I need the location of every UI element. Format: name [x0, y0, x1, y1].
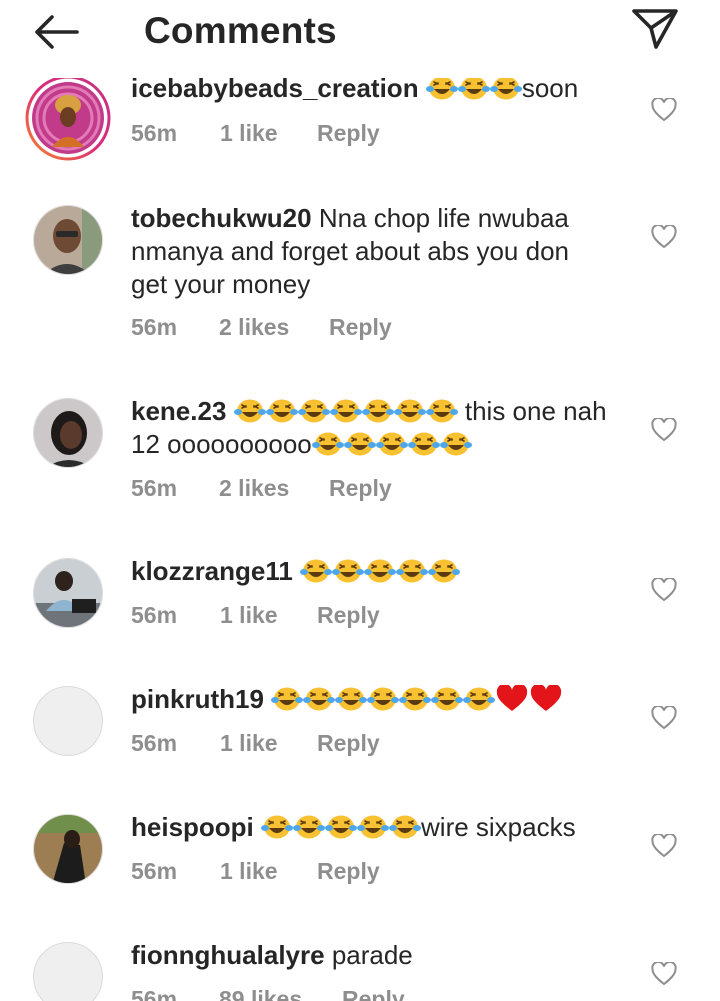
laughing-tears-emoji-icon: [335, 687, 368, 711]
comment-text: kene.23 this one nah 12 oooooooooo: [131, 395, 611, 461]
laughing-tears-emoji-icon: [425, 399, 458, 423]
laughing-tears-emoji-icon: [233, 399, 266, 423]
comment-likes[interactable]: 1 like: [220, 730, 278, 757]
comment-text: pinkruth19: [131, 683, 611, 716]
comment-username[interactable]: heispoopi: [131, 812, 254, 842]
comment-username[interactable]: fionnghualalyre: [131, 940, 325, 970]
heart-outline-icon[interactable]: [651, 578, 677, 602]
avatar[interactable]: [33, 398, 103, 468]
comment-username[interactable]: klozzrange11: [131, 556, 293, 586]
laughing-tears-emoji-icon: [457, 76, 490, 100]
comment-text: tobechukwu20 Nna chop life nwubaa nmanya…: [131, 202, 611, 301]
comments-list[interactable]: icebabybeads_creation soon 56m 1 like Re…: [0, 0, 720, 1001]
comment-time: 56m: [131, 730, 178, 756]
reply-button[interactable]: Reply: [329, 475, 392, 502]
comment-text: fionnghualalyre parade: [131, 939, 611, 972]
laughing-tears-emoji-icon: [300, 559, 333, 583]
laughing-tears-emoji-icon: [389, 815, 422, 839]
laughing-tears-emoji-icon: [261, 815, 294, 839]
heart-outline-icon[interactable]: [651, 834, 677, 858]
comment-text: heispoopi wire sixpacks: [131, 811, 611, 844]
avatar[interactable]: [33, 814, 103, 884]
emoji-group: [271, 684, 496, 714]
comment-time: 56m: [131, 475, 178, 501]
red-heart-emoji-icon: [497, 685, 528, 711]
laughing-tears-emoji-icon: [325, 815, 358, 839]
paper-plane-icon[interactable]: [630, 6, 680, 52]
emoji-group: [311, 429, 472, 459]
laughing-tears-emoji-icon: [303, 687, 336, 711]
laughing-tears-emoji-icon: [431, 687, 464, 711]
laughing-tears-emoji-icon: [428, 559, 461, 583]
arrow-left-icon[interactable]: [30, 10, 82, 54]
comment-text: klozzrange11: [131, 555, 611, 588]
avatar[interactable]: [33, 558, 103, 628]
laughing-tears-emoji-icon: [297, 399, 330, 423]
comment-time: 56m: [131, 602, 178, 628]
laughing-tears-emoji-icon: [265, 399, 298, 423]
laughing-tears-emoji-icon: [364, 559, 397, 583]
comment-username[interactable]: pinkruth19: [131, 684, 264, 714]
reply-button[interactable]: Reply: [317, 858, 380, 885]
laughing-tears-emoji-icon: [293, 815, 326, 839]
heart-outline-icon[interactable]: [651, 962, 677, 986]
comment-likes[interactable]: 1 like: [220, 858, 278, 885]
laughing-tears-emoji-icon: [361, 399, 394, 423]
reply-button[interactable]: Reply: [317, 602, 380, 629]
comment-text-before: parade: [331, 940, 413, 970]
laughing-tears-emoji-icon: [367, 687, 400, 711]
laughing-tears-emoji-icon: [329, 399, 362, 423]
comment-username[interactable]: tobechukwu20: [131, 203, 312, 233]
comment-likes[interactable]: 2 likes: [219, 475, 289, 502]
emoji-group: [261, 812, 422, 842]
heart-outline-icon[interactable]: [651, 418, 677, 442]
laughing-tears-emoji-icon: [343, 432, 376, 456]
avatar-placeholder[interactable]: [33, 942, 103, 1001]
comment-likes[interactable]: 89 likes: [219, 986, 302, 1001]
reply-button[interactable]: Reply: [317, 120, 380, 147]
heart-outline-icon[interactable]: [651, 98, 677, 122]
comment-time: 56m: [131, 314, 178, 340]
comment-time: 56m: [131, 120, 178, 146]
comment-likes[interactable]: 2 likes: [219, 314, 289, 341]
emoji-group: [300, 556, 461, 586]
laughing-tears-emoji-icon: [311, 432, 344, 456]
reply-button[interactable]: Reply: [329, 314, 392, 341]
comment-likes[interactable]: 1 like: [220, 602, 278, 629]
avatar[interactable]: [33, 205, 103, 275]
heart-outline-icon[interactable]: [651, 706, 677, 730]
laughing-tears-emoji-icon: [332, 559, 365, 583]
laughing-tears-emoji-icon: [463, 687, 496, 711]
laughing-tears-emoji-icon: [399, 687, 432, 711]
comment-username[interactable]: kene.23: [131, 396, 226, 426]
laughing-tears-emoji-icon: [271, 687, 304, 711]
laughing-tears-emoji-icon: [439, 432, 472, 456]
comment-time: 56m: [131, 986, 178, 1001]
top-bar: Comments: [0, 0, 720, 78]
comment-text-after: wire sixpacks: [421, 812, 576, 842]
page-title: Comments: [144, 10, 337, 51]
laughing-tears-emoji-icon: [425, 76, 458, 100]
laughing-tears-emoji-icon: [396, 559, 429, 583]
emoji-group: [233, 396, 458, 426]
avatar[interactable]: [25, 75, 111, 161]
laughing-tears-emoji-icon: [375, 432, 408, 456]
heart-outline-icon[interactable]: [651, 225, 677, 249]
laughing-tears-emoji-icon: [357, 815, 390, 839]
reply-button[interactable]: Reply: [317, 730, 380, 757]
avatar-placeholder[interactable]: [33, 686, 103, 756]
comment-time: 56m: [131, 858, 178, 884]
comment-likes[interactable]: 1 like: [220, 120, 278, 147]
red-heart-emoji-icon: [531, 685, 562, 711]
laughing-tears-emoji-icon: [489, 76, 522, 100]
heart-emoji-group: [495, 684, 563, 714]
laughing-tears-emoji-icon: [393, 399, 426, 423]
reply-button[interactable]: Reply: [342, 986, 405, 1001]
laughing-tears-emoji-icon: [407, 432, 440, 456]
